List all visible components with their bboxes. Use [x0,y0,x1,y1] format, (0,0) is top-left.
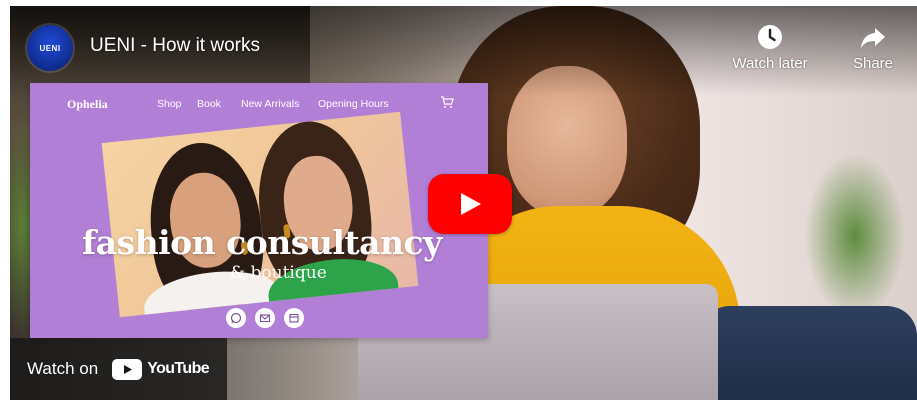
watch-on-label: Watch on [27,359,99,378]
website-nav-book: Book [197,98,221,110]
youtube-play-icon [112,358,143,380]
watch-later-button[interactable]: Watch later [722,23,818,72]
youtube-wordmark: YouTube [147,360,210,377]
website-preview: Ophelia Shop Book New Arrivals Opening H… [30,83,488,338]
play-icon [461,193,481,215]
whatsapp-icon [226,308,246,328]
cart-icon [441,96,454,108]
website-nav-shop: Shop [157,98,182,110]
background-sofa [700,306,917,400]
share-label: Share [852,55,894,72]
watch-on-youtube-button[interactable]: Watch on YouTube [10,338,227,400]
website-nav: Ophelia Shop Book New Arrivals Opening H… [30,83,488,119]
website-logo: Ophelia [67,97,108,111]
channel-avatar[interactable]: UENI [27,25,73,71]
website-nav-new-arrivals: New Arrivals [241,98,300,110]
calendar-icon [284,308,304,328]
play-button[interactable] [428,174,512,234]
clock-icon [758,25,782,49]
video-player[interactable]: UENI UENI - How it works Watch later Sha… [10,6,917,400]
website-contact-icons [226,308,304,328]
website-hero-subtitle: & boutique [230,263,327,283]
mail-icon [255,308,275,328]
models-photo [101,111,419,318]
website-hero-title: fashion consultancy [82,223,442,262]
watch-later-label: Watch later [732,55,808,72]
share-button[interactable]: Share [843,23,903,72]
video-title[interactable]: UENI - How it works [90,35,260,57]
website-nav-opening-hours: Opening Hours [318,98,389,110]
background-plant-right [800,146,910,326]
share-arrow-icon [861,28,885,48]
channel-avatar-text: UENI [39,43,61,53]
youtube-logo: YouTube [112,358,210,380]
